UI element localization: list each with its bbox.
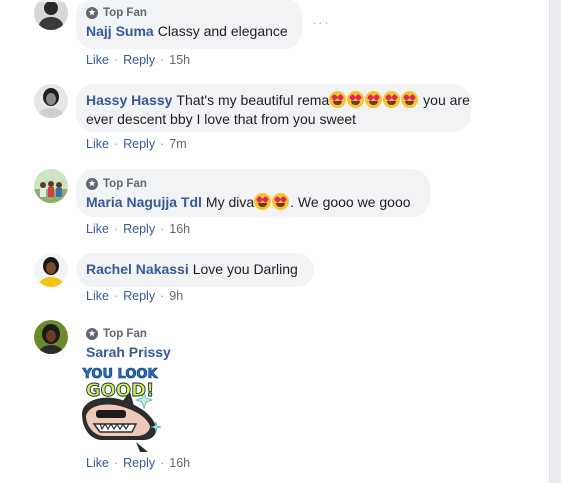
comment-bubble: ★ Top Fan Maria Nagujja Tdl My diva . We go… [76,169,430,217]
comment-bubble: Hassy Hassy That's my beautiful rema you … [76,84,471,132]
like-link[interactable]: Like [86,53,109,67]
reply-link[interactable]: Reply [123,53,155,67]
avatar[interactable] [34,320,68,354]
page-scroll-edge [549,0,561,483]
like-link[interactable]: Like [86,137,109,151]
comment-author[interactable]: Sarah Prissy [86,343,171,362]
like-link[interactable]: Like [86,456,109,470]
comment-text: Classy and elegance [157,23,288,39]
comment-actions: Like · Reply · 7m [86,137,187,151]
reply-link[interactable]: Reply [123,456,155,470]
top-fan-badge: ★ Top Fan [86,176,418,192]
top-fan-badge: ★ Top Fan [86,326,175,342]
more-options-icon[interactable]: ··· [312,14,330,31]
comment-bubble: ★ Top Fan Najj Suma Classy and elegance [76,0,302,49]
reply-link[interactable]: Reply [123,222,155,236]
comment-actions: Like · Reply · 16h [86,222,191,236]
comment-text-cont: you are [419,92,470,108]
avatar[interactable] [34,169,68,203]
star-icon: ★ [86,178,98,190]
comment-header: ★ Top Fan Sarah Prissy [86,326,175,362]
like-link[interactable]: Like [86,289,109,303]
like-link[interactable]: Like [86,222,109,236]
reply-link[interactable]: Reply [123,289,155,303]
comment-text-line2: ever descent bby I love that from you sw… [86,111,357,127]
comment-actions: Like · Reply · 16h [86,456,191,470]
comment-text: That's my beautiful rema [176,92,330,108]
comment-bubble: Rachel Nakassi Love you Darling [76,253,314,287]
avatar[interactable] [34,84,68,118]
star-icon: ★ [86,7,98,19]
comment-time[interactable]: 16h [169,222,190,236]
top-fan-badge: ★ Top Fan [86,5,290,21]
avatar[interactable] [34,0,68,30]
sticker-text-line2: GOOD! [86,380,155,401]
comment-text-cont: . We gooo we gooo [290,194,411,210]
comment-author[interactable]: Hassy Hassy [86,92,172,108]
comment-author[interactable]: Rachel Nakassi [86,261,189,277]
comment-author[interactable]: Najj Suma [86,23,154,39]
comment-text: Love you Darling [192,261,298,277]
sticker-you-look-good[interactable]: YOU LOOK GOOD! [74,366,166,458]
comment-author[interactable]: Maria Nagujja Tdl [86,194,202,210]
star-icon: ★ [86,328,98,340]
comment-actions: Like · Reply · 15h [86,53,191,67]
comment-actions: Like · Reply · 9h [86,289,184,303]
comment-time[interactable]: 16h [169,456,190,470]
heart-eyes-emoji [254,193,290,210]
comment-time[interactable]: 9h [169,289,183,303]
comment-text: My diva [205,194,255,210]
comment-time[interactable]: 15h [169,53,190,67]
heart-eyes-emoji [329,91,419,108]
reply-link[interactable]: Reply [123,137,155,151]
avatar[interactable] [34,253,68,287]
comment-time[interactable]: 7m [169,137,186,151]
